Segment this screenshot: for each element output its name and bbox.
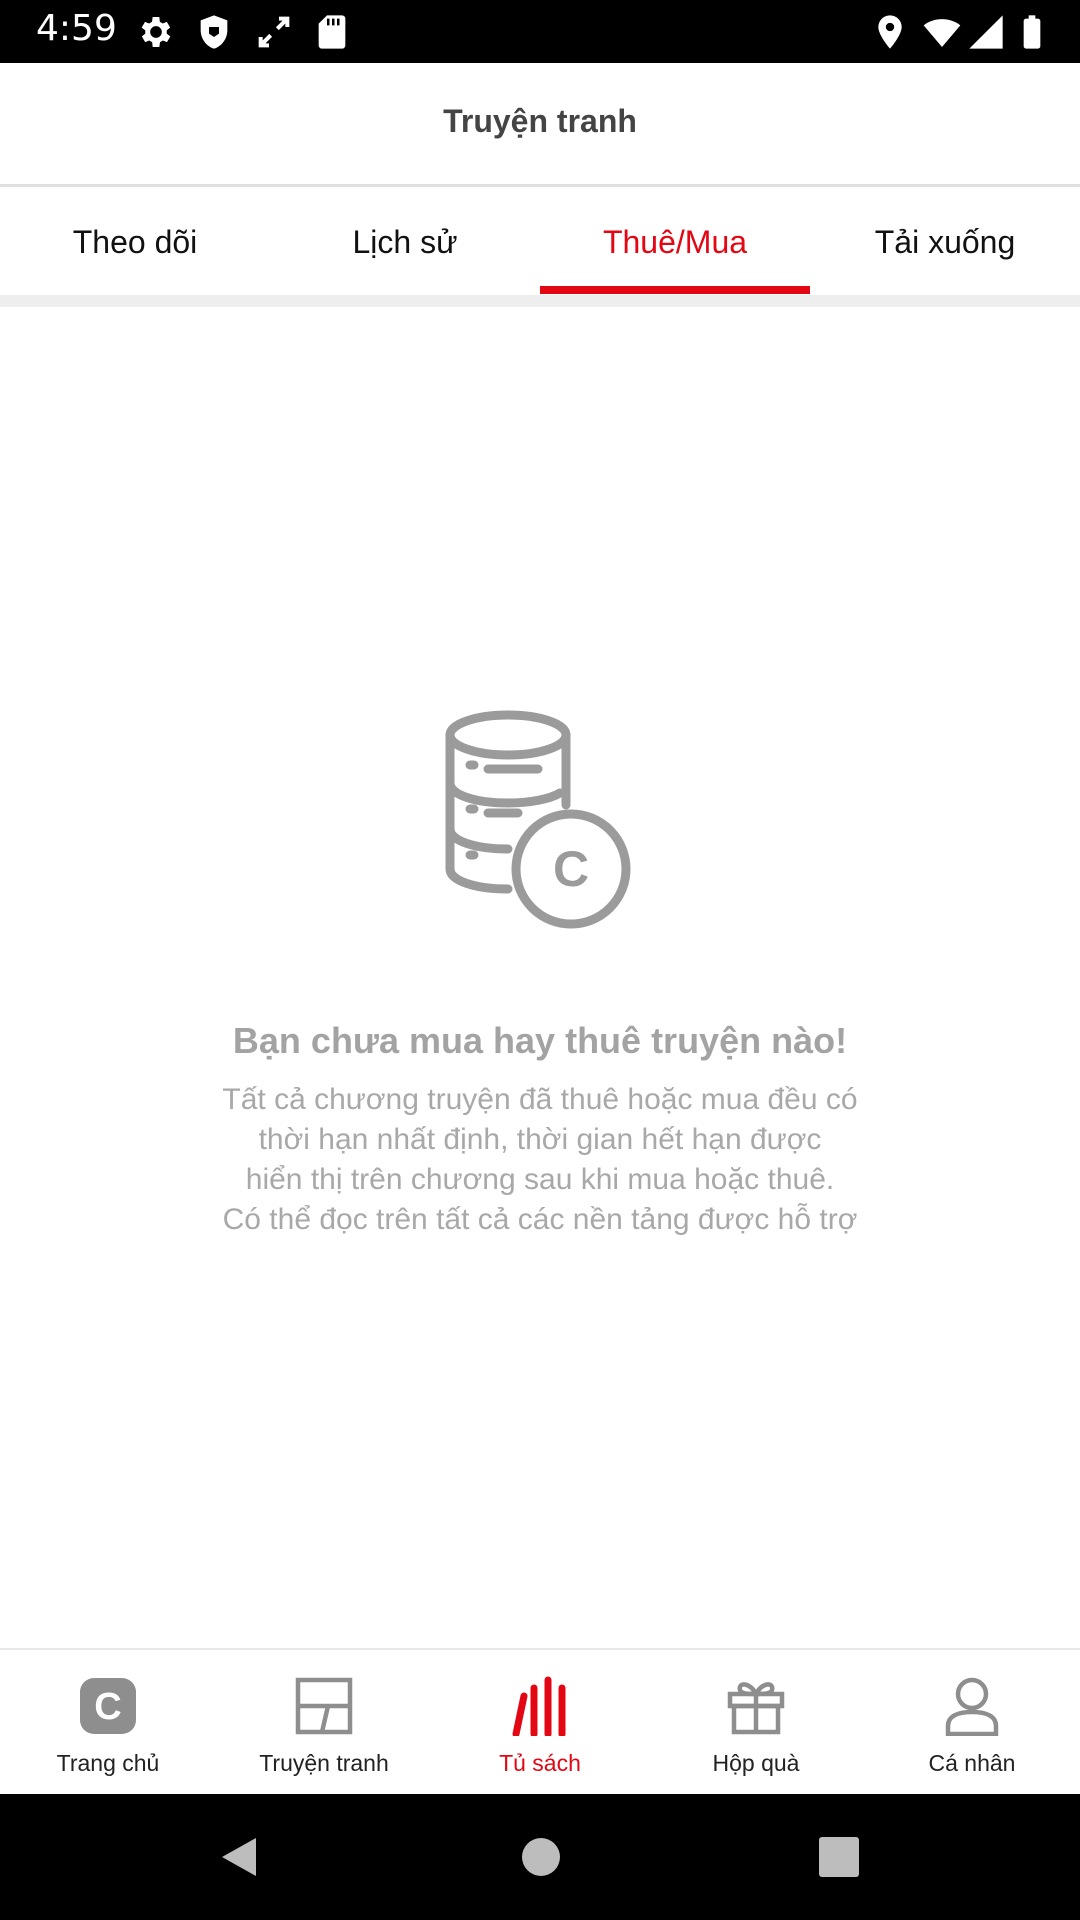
divider bbox=[0, 295, 1080, 307]
tab-tai-xuong[interactable]: Tải xuống bbox=[810, 190, 1080, 295]
home-c-icon: C bbox=[78, 1676, 138, 1736]
status-time: 4:59 bbox=[36, 8, 117, 49]
bottom-nav: C Trang chủ Truyện tranh Tủ sách Hộp quà… bbox=[0, 1648, 1080, 1794]
home-icon bbox=[522, 1838, 560, 1876]
status-bar: 4:59 bbox=[0, 0, 1080, 63]
nav-item-hop-qua[interactable]: Hộp quà bbox=[648, 1650, 864, 1796]
tab-lich-su[interactable]: Lịch sử bbox=[270, 190, 540, 295]
home-button[interactable] bbox=[470, 1794, 610, 1920]
back-button[interactable] bbox=[168, 1794, 308, 1920]
nav-label: Tủ sách bbox=[499, 1750, 581, 1776]
bookshelf-icon bbox=[510, 1676, 570, 1736]
description-line: Có thể đọc trên tất cả các nền tảng được… bbox=[222, 1203, 858, 1236]
svg-text:C: C bbox=[94, 1686, 121, 1728]
coins-database-icon: C bbox=[440, 705, 640, 930]
battery-icon bbox=[1012, 12, 1052, 52]
tab-thue-mua[interactable]: Thuê/Mua bbox=[540, 190, 810, 295]
nav-label: Truyện tranh bbox=[259, 1750, 389, 1776]
sd-card-icon bbox=[312, 12, 352, 52]
wifi-icon bbox=[922, 12, 962, 52]
person-icon bbox=[942, 1676, 1002, 1736]
nav-label: Cá nhân bbox=[928, 1750, 1016, 1776]
arrows-icon bbox=[254, 12, 294, 52]
nav-label: Trang chủ bbox=[56, 1750, 160, 1776]
location-icon bbox=[870, 12, 910, 52]
page-title: Truyện tranh bbox=[443, 103, 637, 139]
description-line: hiển thị trên chương sau khi mua hoặc th… bbox=[245, 1163, 835, 1196]
comic-panel-icon bbox=[294, 1676, 354, 1736]
nav-item-trang-chu[interactable]: C Trang chủ bbox=[0, 1650, 216, 1796]
tab-theo-doi[interactable]: Theo dõi bbox=[0, 190, 270, 295]
nav-item-tu-sach[interactable]: Tủ sách bbox=[432, 1650, 648, 1796]
nav-label: Hộp quà bbox=[712, 1750, 800, 1776]
signal-icon bbox=[966, 12, 1006, 52]
empty-state-description: Tất cả chương truyện đã thuê hoặc mua đề… bbox=[140, 1080, 940, 1240]
active-tab-indicator bbox=[540, 286, 810, 294]
gift-icon bbox=[726, 1676, 786, 1736]
coin-letter: C bbox=[553, 841, 589, 897]
description-line: Tất cả chương truyện đã thuê hoặc mua đề… bbox=[222, 1083, 858, 1116]
gear-icon bbox=[136, 12, 176, 52]
system-nav-bar bbox=[0, 1794, 1080, 1920]
shield-icon bbox=[194, 12, 234, 52]
back-icon bbox=[222, 1838, 256, 1876]
description-line: thời hạn nhất định, thời gian hết hạn đư… bbox=[258, 1123, 822, 1156]
app-header: Truyện tranh bbox=[0, 63, 1080, 187]
tab-bar: Theo dõi Lịch sử Thuê/Mua Tải xuống bbox=[0, 190, 1080, 295]
recents-button[interactable] bbox=[768, 1794, 908, 1920]
nav-item-truyen-tranh[interactable]: Truyện tranh bbox=[216, 1650, 432, 1796]
empty-state-title: Bạn chưa mua hay thuê truyện nào! bbox=[232, 1020, 848, 1061]
recents-icon bbox=[819, 1837, 859, 1877]
nav-item-ca-nhan[interactable]: Cá nhân bbox=[864, 1650, 1080, 1796]
